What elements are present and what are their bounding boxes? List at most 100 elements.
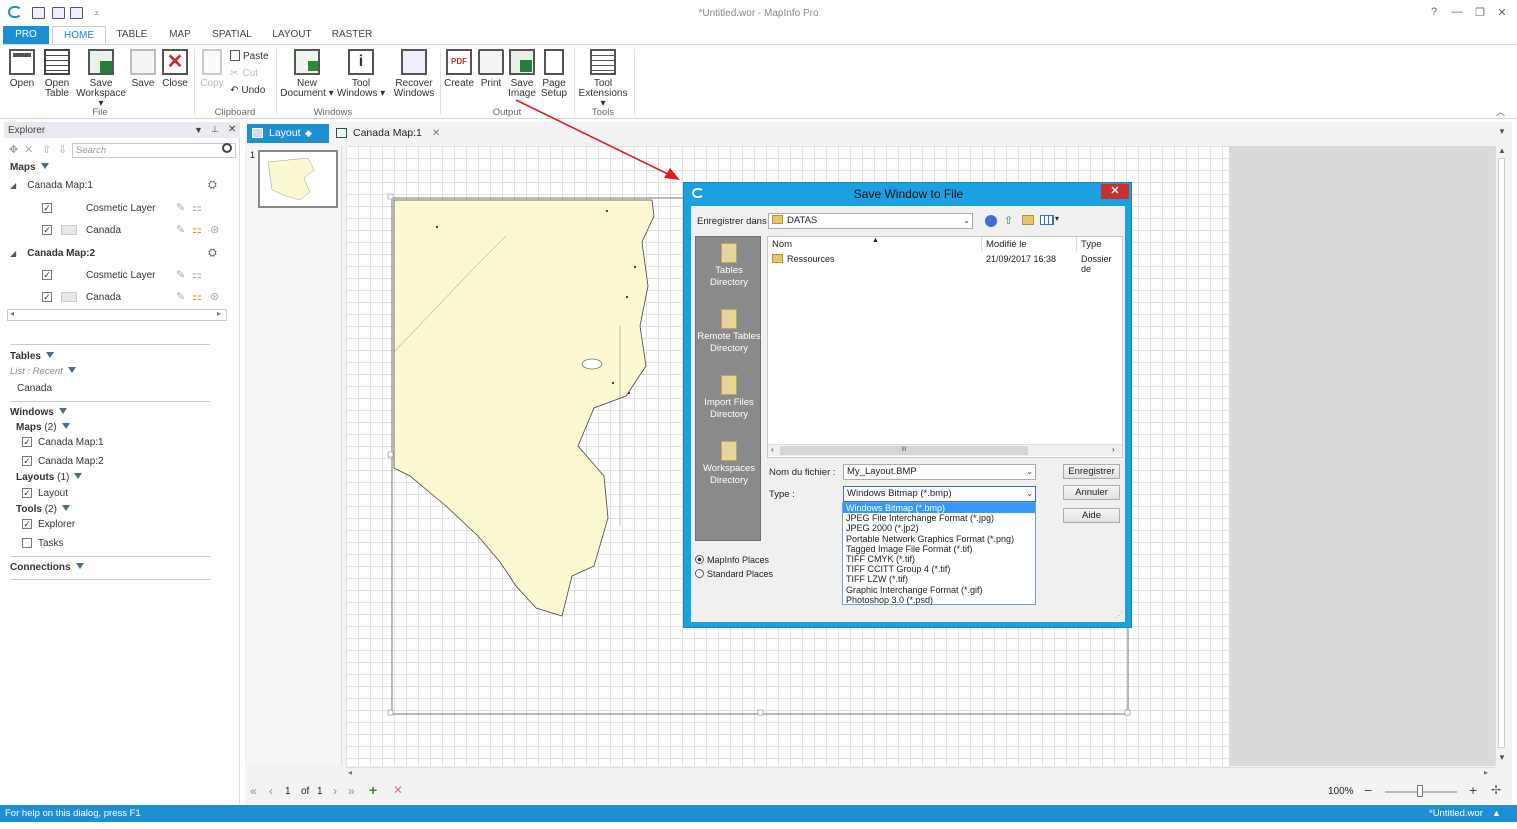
edit-pencil-icon[interactable]: ✎ [176, 201, 185, 214]
file-type-dropdown-list[interactable]: Windows Bitmap (*.bmp) JPEG File Interch… [842, 502, 1036, 605]
zoom-in-icon[interactable]: + [1469, 782, 1477, 798]
window-item[interactable]: Canada Map:1 [38, 437, 104, 448]
up-folder-icon[interactable]: ⇧ [1004, 214, 1013, 227]
places-remote-tables-directory[interactable]: Remote Tables Directory [697, 309, 761, 355]
window-visible-checkbox[interactable]: ✓ [22, 488, 32, 498]
label-icon[interactable]: ⊛ [210, 290, 219, 303]
view-menu-icon[interactable] [1040, 215, 1054, 225]
page-thumbnail[interactable] [258, 150, 338, 208]
close-table-button[interactable]: ✕ Close [160, 49, 190, 89]
connections-section[interactable]: Connections [10, 562, 84, 573]
selectable-icon[interactable]: ⚏ [192, 223, 202, 236]
page-setup-button[interactable]: Page Setup [538, 49, 570, 99]
map-options-icon[interactable]: ⛭ [208, 179, 217, 192]
pin-icon[interactable]: ⊥ [211, 124, 219, 135]
layer-visible-checkbox[interactable]: ✓ [42, 203, 52, 213]
file-list-hscrollbar[interactable]: ‹ III › [768, 444, 1122, 456]
save-in-combobox[interactable]: DATAS ⌄ [768, 213, 973, 229]
create-pdf-button[interactable]: PDF Create [444, 49, 474, 89]
first-page-icon[interactable]: « [250, 784, 257, 798]
scroll-down-icon[interactable]: ▼ [1498, 753, 1506, 762]
label-icon[interactable]: ⊛ [210, 223, 219, 236]
radio-standard-places[interactable]: Standard Places [695, 569, 773, 579]
move-down-icon[interactable]: ⇩ [58, 143, 67, 156]
type-option[interactable]: TIFF LZW (*.tif) [843, 574, 1035, 584]
tables-list-mode[interactable]: List : Recent [10, 366, 76, 377]
next-page-icon[interactable]: › [333, 784, 337, 798]
prev-page-icon[interactable]: ‹ [269, 784, 273, 798]
type-option[interactable]: TIFF CMYK (*.tif) [843, 554, 1035, 564]
tool-windows-button[interactable]: i Tool Windows ▾ [336, 49, 386, 99]
save-workspace-button[interactable]: Save Workspace ▾ [76, 49, 126, 109]
layer-visible-checkbox[interactable]: ✓ [42, 270, 52, 280]
file-type-select[interactable]: Windows Bitmap (*.bmp) ⌄ [843, 486, 1036, 502]
filename-input[interactable]: My_Layout.BMP ⌄ [843, 464, 1036, 480]
fit-view-icon[interactable]: ✢ [1491, 783, 1501, 797]
tab-canada-map-1[interactable]: Canada Map:1 ✕ [331, 124, 447, 143]
layer-style-swatch[interactable] [61, 225, 77, 235]
layer-name[interactable]: Canada [86, 292, 121, 303]
help-icon[interactable]: ? [1427, 6, 1441, 18]
window-item[interactable]: Canada Map:2 [38, 456, 104, 467]
window-item[interactable]: Tasks [38, 538, 64, 549]
copy-button[interactable]: Copy [198, 49, 226, 89]
explorer-menu-icon[interactable]: ▼ [194, 125, 203, 135]
delete-page-icon[interactable]: ✕ [393, 783, 403, 797]
zoom-out-icon[interactable]: − [1364, 782, 1372, 798]
add-icon[interactable]: ✥ [9, 143, 18, 156]
restore-button[interactable]: ❐ [1473, 6, 1487, 19]
window-item[interactable]: Explorer [38, 519, 75, 530]
window-visible-checkbox[interactable]: ✓ [22, 456, 32, 466]
edit-pencil-icon[interactable]: ✎ [176, 290, 185, 303]
save-image-button[interactable]: Save Image [507, 49, 537, 99]
column-header-type[interactable]: Type [1081, 239, 1102, 250]
view-menu-chevron-icon[interactable]: ▾ [1055, 214, 1059, 223]
open-table-button[interactable]: Open Table [40, 49, 74, 99]
type-option[interactable]: JPEG 2000 (*.jp2) [843, 523, 1035, 533]
windows-layouts-group[interactable]: Layouts (1) [16, 472, 83, 483]
windows-maps-group[interactable]: Maps (2) [16, 422, 70, 433]
zoom-level[interactable]: 100% [1328, 786, 1354, 797]
selectable-icon[interactable]: ⚏ [192, 268, 202, 281]
layer-name[interactable]: Canada [86, 225, 121, 236]
cut-button[interactable]: ✂ Cut [230, 68, 258, 79]
tab-pro[interactable]: PRO [3, 26, 49, 44]
dialog-close-button[interactable]: ✕ [1101, 184, 1129, 199]
save-button[interactable]: Save [128, 49, 158, 89]
undo-button[interactable]: ↶ Undo [230, 85, 265, 96]
move-up-icon[interactable]: ⇧ [42, 143, 51, 156]
edit-pencil-icon[interactable]: ✎ [176, 268, 185, 281]
places-workspaces-directory[interactable]: Workspaces Directory [697, 441, 761, 487]
tab-map[interactable]: MAP [160, 26, 200, 44]
file-list[interactable]: Nom ▲ Modifié le Type Ressources 21/09/2… [767, 236, 1123, 458]
type-option[interactable]: Graphic Interchange Format (*.gif) [843, 585, 1035, 595]
tab-layout[interactable]: LAYOUT [266, 26, 318, 44]
scroll-thumb[interactable]: III [780, 446, 1028, 455]
tab-pin-icon[interactable]: ◆ [305, 124, 312, 143]
explorer-hscrollbar[interactable]: ◂ ▸ [7, 309, 227, 321]
scroll-left-icon[interactable]: ◂ [10, 309, 14, 318]
selectable-icon[interactable]: ⚏ [192, 290, 202, 303]
vertical-scrollbar[interactable]: ▲ ▼ [1495, 146, 1507, 766]
type-option[interactable]: JPEG File Interchange Format (*.jpg) [843, 513, 1035, 523]
status-expand-icon[interactable]: ▲ [1492, 805, 1501, 822]
back-icon[interactable] [985, 215, 997, 227]
scroll-up-icon[interactable]: ▲ [1498, 146, 1506, 155]
remove-icon[interactable]: ✕ [24, 143, 33, 156]
minimize-button[interactable]: — [1450, 6, 1464, 18]
tab-layout[interactable]: Layout ◆ [247, 124, 329, 143]
radio-button-selected[interactable] [695, 555, 704, 564]
search-icon[interactable] [222, 143, 232, 153]
recover-windows-button[interactable]: Recover Windows [392, 49, 436, 99]
layer-name[interactable]: Cosmetic Layer [86, 270, 155, 281]
print-button[interactable]: Print [476, 49, 506, 89]
places-import-files-directory[interactable]: Import Files Directory [697, 375, 761, 421]
zoom-slider-thumb[interactable] [1417, 785, 1423, 797]
windows-section[interactable]: Windows [10, 407, 67, 418]
tab-home[interactable]: HOME [52, 26, 106, 44]
file-row[interactable]: Ressources 21/09/2017 16:38 Dossier de [772, 254, 1120, 274]
window-visible-checkbox[interactable] [22, 538, 32, 548]
layer-name[interactable]: Cosmetic Layer [86, 203, 155, 214]
explorer-close-icon[interactable]: ✕ [228, 124, 236, 135]
last-page-icon[interactable]: » [348, 784, 355, 798]
